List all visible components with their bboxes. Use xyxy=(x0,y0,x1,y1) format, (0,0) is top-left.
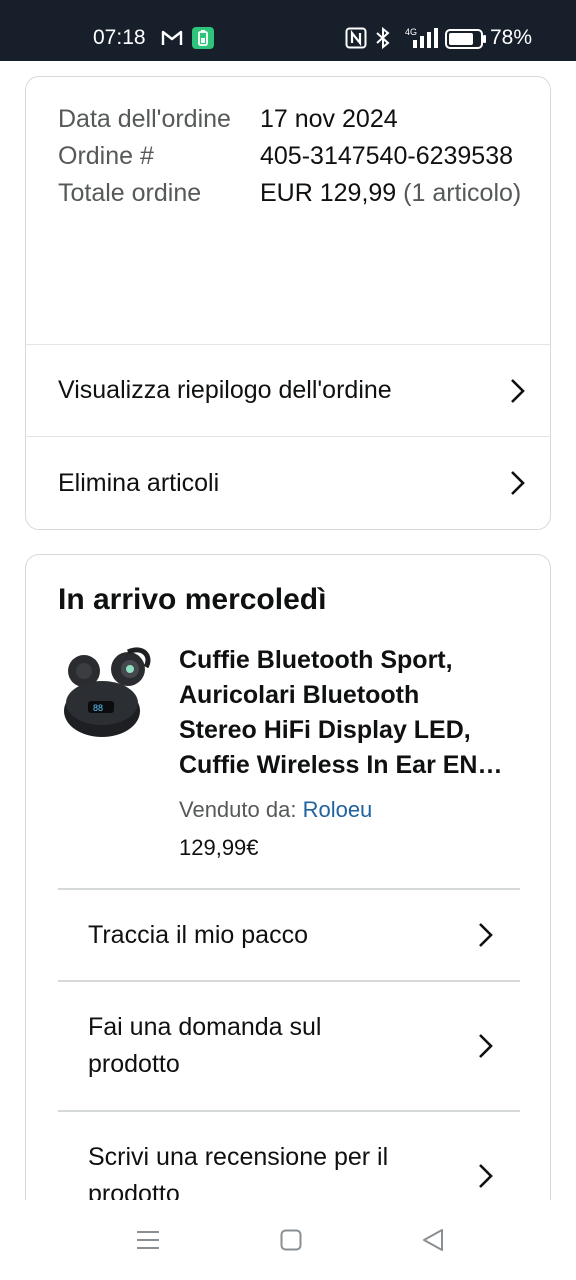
battery-app-icon xyxy=(192,27,214,49)
system-nav-bar xyxy=(0,1200,576,1280)
ask-question-line: prodotto xyxy=(88,1050,180,1078)
order-info: Data dell'ordine 17 nov 2024 Ordine # 40… xyxy=(58,101,528,212)
write-review-line: Scrivi una recensione per il xyxy=(88,1143,389,1171)
status-time: 07:18 xyxy=(93,26,146,49)
network-type: 4G xyxy=(405,27,417,37)
order-date-row: Data dell'ordine 17 nov 2024 xyxy=(58,101,528,138)
order-number-label: Ordine # xyxy=(58,142,154,170)
chevron-right-icon xyxy=(479,1164,493,1188)
order-number-row: Ordine # 405-3147540-6239538 xyxy=(58,138,528,175)
sold-by-label: Venduto da: xyxy=(179,797,297,822)
menu-icon[interactable] xyxy=(136,1228,160,1252)
home-icon[interactable] xyxy=(280,1229,302,1251)
order-summary-card: Data dell'ordine 17 nov 2024 Ordine # 40… xyxy=(25,76,551,530)
product-title-line: Cuffie Bluetooth Sport, xyxy=(179,646,453,674)
track-package-label: Traccia il mio pacco xyxy=(88,920,308,949)
chevron-right-icon xyxy=(511,471,525,495)
delivery-title: In arrivo mercoledì xyxy=(58,583,327,616)
product-title-line: Auricolari Bluetooth xyxy=(179,681,420,709)
battery-percent: 78% xyxy=(490,26,533,49)
order-total-value: EUR 129,99 xyxy=(260,179,397,207)
ask-question-label: Fai una domanda sul prodotto xyxy=(88,1009,321,1083)
ask-question-button[interactable]: Fai una domanda sul prodotto xyxy=(58,980,520,1110)
gmail-icon xyxy=(161,30,183,45)
track-package-button[interactable]: Traccia il mio pacco xyxy=(58,888,520,980)
order-total-value-wrap: EUR 129,99 (1 articolo) xyxy=(260,175,528,212)
seller-link[interactable]: Roloeu xyxy=(303,797,373,822)
chevron-right-icon xyxy=(511,378,525,403)
product-title-line: Cuffie Wireless In Ear EN… xyxy=(179,751,503,779)
order-total-items: (1 articolo) xyxy=(403,179,522,207)
product-title[interactable]: Cuffie Bluetooth Sport, Auricolari Bluet… xyxy=(179,643,524,783)
sold-by: Venduto da: Roloeu xyxy=(179,797,372,823)
product-price: 129,99€ xyxy=(179,835,259,860)
signal-icon: 4G xyxy=(405,27,438,48)
delete-items-label: Elimina articoli xyxy=(58,468,220,497)
ask-question-line: Fai una domanda sul xyxy=(88,1013,322,1041)
svg-text:88: 88 xyxy=(93,703,103,713)
view-order-summary-link[interactable]: Visualizza riepilogo dell'ordine xyxy=(26,344,550,436)
view-order-summary-label: Visualizza riepilogo dell'ordine xyxy=(58,376,392,404)
order-date-label: Data dell'ordine xyxy=(58,105,231,133)
chevron-right-icon xyxy=(479,1034,493,1058)
delivery-card: In arrivo mercoledì 88 Cuffie Bluetooth … xyxy=(25,554,551,1254)
product-image[interactable]: 88 xyxy=(58,643,154,743)
status-bar: 07:18 4G 78% xyxy=(0,0,576,61)
order-total-label: Totale ordine xyxy=(58,179,202,207)
chevron-right-icon xyxy=(479,923,493,947)
order-total-row: Totale ordine EUR 129,99 (1 articolo) xyxy=(58,175,528,212)
product-title-line: Stereo HiFi Display LED, xyxy=(179,716,471,744)
order-date-value: 17 nov 2024 xyxy=(260,105,398,133)
bluetooth-icon xyxy=(376,26,390,50)
delete-items-link[interactable]: Elimina articoli xyxy=(26,436,550,529)
order-number-value: 405-3147540-6239538 xyxy=(260,142,514,170)
nfc-icon xyxy=(345,27,367,49)
battery-icon xyxy=(445,29,486,49)
back-icon[interactable] xyxy=(422,1228,444,1252)
